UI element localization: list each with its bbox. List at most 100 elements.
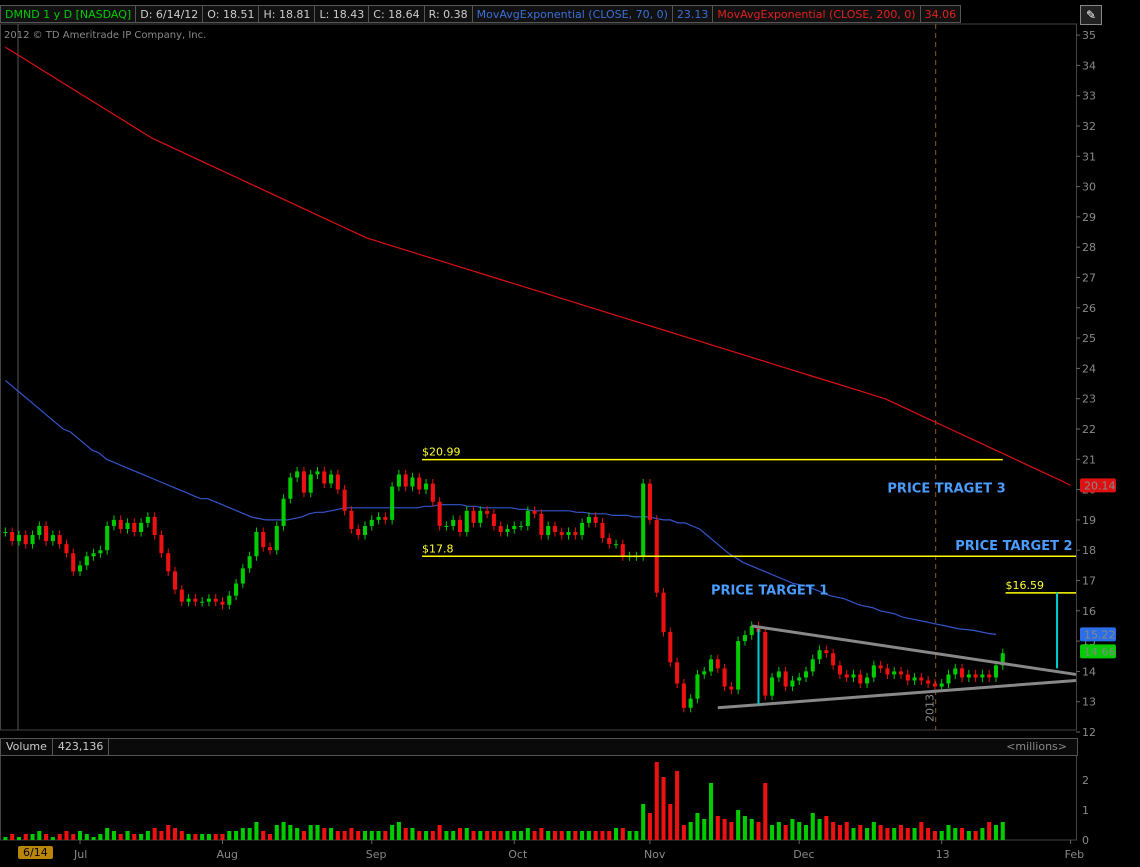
- volume-bar: [960, 828, 965, 840]
- candle-body: [193, 598, 198, 602]
- ma200-label[interactable]: MovAvgExponential (CLOSE, 200, 0): [713, 5, 921, 23]
- volume-bar: [179, 831, 184, 840]
- volume-bar: [573, 831, 578, 840]
- y-tick-label: 12: [1082, 726, 1096, 739]
- volume-bar: [145, 831, 150, 840]
- candle-body: [322, 471, 327, 484]
- candle-body: [145, 516, 150, 523]
- candle-body: [607, 538, 612, 545]
- candle-body: [973, 674, 978, 678]
- y-tick-label: 28: [1082, 241, 1096, 254]
- volume-bar: [783, 825, 788, 840]
- candle-body: [498, 525, 503, 533]
- volume-bar: [464, 828, 469, 840]
- candle-body: [715, 659, 720, 669]
- y-tick-label: 25: [1082, 332, 1096, 345]
- volume-bar: [301, 831, 306, 840]
- volume-bar: [600, 831, 605, 840]
- candle-body: [186, 598, 191, 602]
- candle-body: [125, 522, 130, 529]
- volume-bar: [247, 828, 252, 840]
- y-tick-label: 19: [1082, 514, 1096, 527]
- candle-body: [742, 635, 747, 642]
- candle-body: [159, 535, 164, 554]
- volume-bar: [993, 825, 999, 840]
- y-tick-label: 22: [1082, 423, 1096, 436]
- candle-body: [939, 683, 944, 687]
- volume-bar: [30, 834, 35, 840]
- x-tick-label: Oct: [508, 848, 528, 861]
- candle-body: [837, 665, 842, 675]
- volume-bar: [240, 828, 245, 840]
- volume-bar: [166, 825, 171, 840]
- volume-bar: [118, 834, 123, 840]
- volume-bar: [586, 831, 591, 840]
- candle-body: [220, 601, 225, 605]
- candle-body: [600, 522, 605, 539]
- volume-bar: [729, 822, 734, 840]
- candle-body: [844, 674, 849, 678]
- volume-bar: [57, 834, 62, 840]
- candle-body: [491, 513, 496, 526]
- candle-body: [871, 665, 876, 678]
- volume-bar: [966, 831, 971, 840]
- candle-body: [349, 510, 354, 529]
- volume-bar: [37, 831, 42, 840]
- candle-body: [267, 547, 273, 551]
- y-tick-label: 32: [1082, 120, 1096, 133]
- candle-body: [356, 528, 361, 536]
- level-label: $20.99: [422, 446, 461, 459]
- volume-bar: [335, 831, 340, 840]
- candle-body: [580, 522, 585, 536]
- candle-body: [980, 674, 985, 678]
- high-value: H: 18.81: [259, 5, 316, 23]
- ma70-value: 23.13: [672, 5, 714, 23]
- candle-body: [987, 674, 992, 678]
- volume-value: 423,136: [53, 739, 110, 755]
- candle-body: [132, 522, 137, 533]
- price-chart[interactable]: 1213141516171819202122232425262728293031…: [0, 0, 1140, 867]
- price-target-label: PRICE TRAGET 3: [887, 482, 1005, 497]
- volume-bar: [220, 834, 225, 840]
- candle-body: [688, 698, 693, 708]
- volume-bar: [16, 837, 21, 840]
- volume-bar: [71, 834, 76, 840]
- candle-body: [329, 474, 334, 484]
- ma70-label[interactable]: MovAvgExponential (CLOSE, 70, 0): [472, 5, 673, 23]
- candle-body: [960, 668, 965, 678]
- volume-bar: [946, 825, 951, 840]
- open-value: O: 18.51: [203, 5, 260, 23]
- candle-body: [281, 498, 286, 526]
- volume-bar: [552, 831, 557, 840]
- candle-body: [668, 632, 673, 663]
- volume-bar: [831, 822, 836, 840]
- volume-bar: [444, 831, 449, 840]
- candle-body: [519, 525, 524, 527]
- volume-bar: [139, 834, 144, 840]
- candle-body: [966, 674, 971, 678]
- drawing-tool-icon[interactable]: ✎: [1080, 5, 1102, 25]
- candle-body: [993, 665, 999, 678]
- candle-body: [464, 510, 469, 533]
- price-badge-label: 20.14: [1084, 479, 1116, 492]
- volume-bar: [1000, 822, 1005, 840]
- symbol-label[interactable]: DMND 1 y D [NASDAQ]: [0, 5, 137, 23]
- volume-bar: [410, 828, 415, 840]
- volume-bar: [362, 831, 368, 840]
- volume-bar: [810, 813, 815, 840]
- volume-bar: [858, 825, 863, 840]
- volume-bar: [919, 822, 924, 840]
- candle-body: [851, 674, 856, 678]
- level-label: $17.8: [422, 542, 454, 555]
- volume-bar: [871, 822, 876, 840]
- volume-bar: [770, 825, 775, 840]
- volume-bar: [200, 834, 205, 840]
- volume-bar: [329, 828, 334, 840]
- volume-bar: [763, 783, 768, 840]
- candle-body: [681, 683, 686, 708]
- candle-body: [702, 671, 707, 675]
- volume-bar: [749, 819, 754, 840]
- volume-bar: [790, 819, 795, 840]
- volume-bar: [987, 822, 992, 840]
- candle-body: [485, 510, 490, 514]
